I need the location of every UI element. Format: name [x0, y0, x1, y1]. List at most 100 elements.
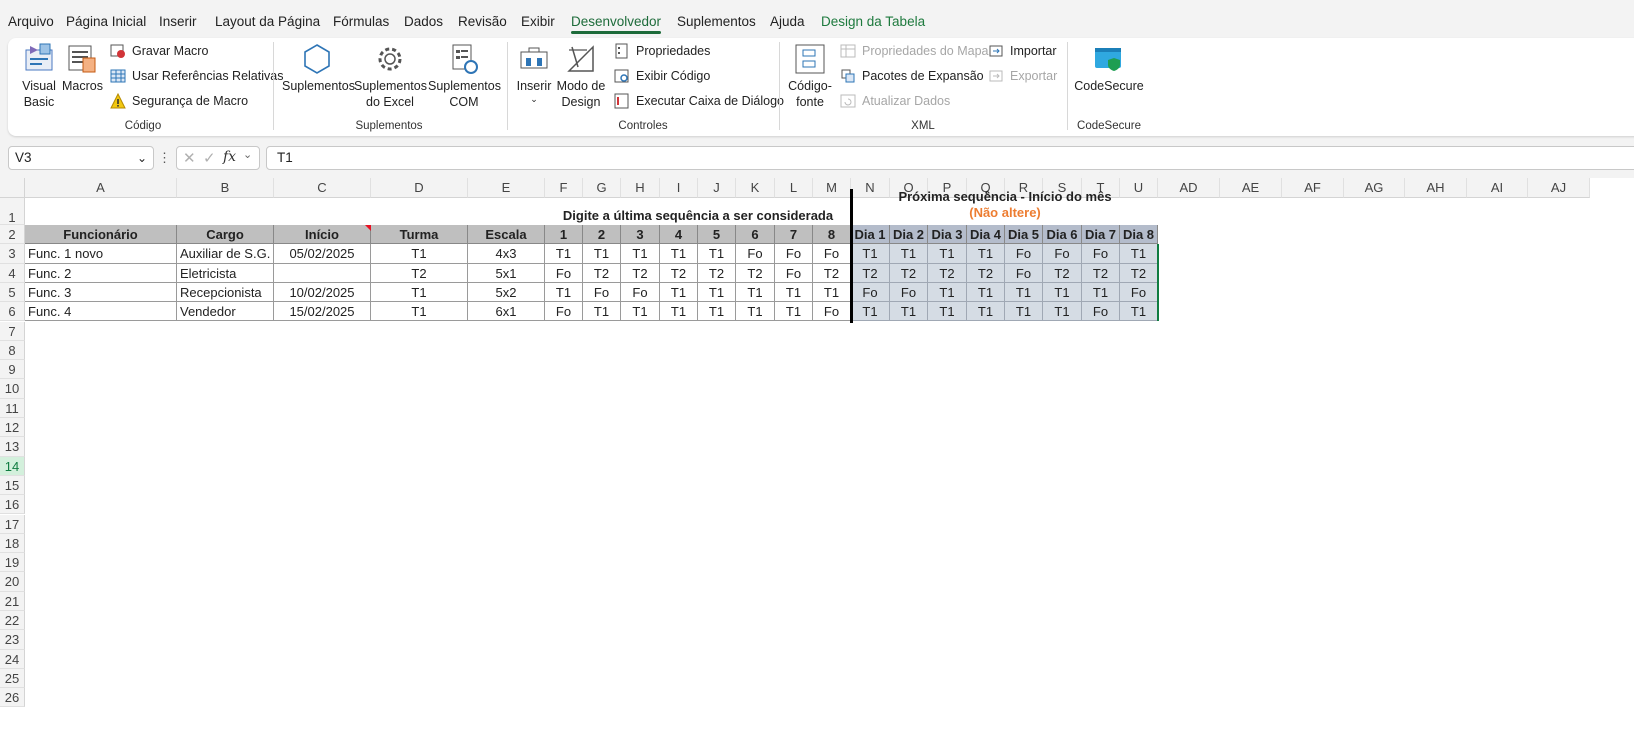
- column-header[interactable]: AH: [1405, 178, 1467, 198]
- column-header[interactable]: M: [813, 178, 851, 198]
- table-cell[interactable]: Fo: [1120, 282, 1158, 303]
- table-cell[interactable]: Eletricista: [177, 263, 274, 283]
- record-macro-button[interactable]: Gravar Macro: [110, 41, 208, 61]
- table-cell[interactable]: T2: [813, 263, 851, 283]
- row-header[interactable]: 22: [0, 611, 25, 631]
- table-cell[interactable]: T1: [851, 244, 890, 264]
- table-cell[interactable]: Fo: [813, 302, 851, 322]
- table-cell[interactable]: T1: [660, 282, 698, 303]
- row-header[interactable]: 2: [0, 225, 25, 245]
- column-header[interactable]: B: [177, 178, 274, 198]
- row-header[interactable]: 26: [0, 688, 25, 708]
- chevron-down-icon[interactable]: ⌄: [243, 148, 252, 161]
- table-cell[interactable]: T1: [545, 244, 583, 264]
- table-cell[interactable]: T1: [621, 302, 660, 322]
- table-cell[interactable]: T1: [1043, 302, 1082, 322]
- menu-item[interactable]: Fórmulas: [333, 14, 389, 29]
- row-header[interactable]: 23: [0, 630, 25, 650]
- table-cell[interactable]: Func. 3: [25, 282, 177, 303]
- insert-function-icon[interactable]: fx: [223, 149, 236, 165]
- table-cell[interactable]: Func. 1 novo: [25, 244, 177, 264]
- row-header[interactable]: 14: [0, 456, 25, 476]
- relative-refs-button[interactable]: Usar Referências Relativas: [110, 66, 283, 86]
- table-cell[interactable]: T2: [1120, 263, 1158, 283]
- table-cell[interactable]: T1: [967, 302, 1005, 322]
- column-header[interactable]: A: [25, 178, 177, 198]
- table-cell[interactable]: T2: [698, 263, 736, 283]
- table-cell[interactable]: Fo: [813, 244, 851, 264]
- table-cell[interactable]: T1: [545, 282, 583, 303]
- properties-button[interactable]: Propriedades: [614, 41, 710, 61]
- table-cell[interactable]: T2: [1082, 263, 1120, 283]
- table-cell[interactable]: T1: [928, 244, 967, 264]
- table-cell[interactable]: T1: [583, 302, 621, 322]
- table-cell[interactable]: T1: [967, 282, 1005, 303]
- menu-item[interactable]: Arquivo: [8, 14, 54, 29]
- menu-item[interactable]: Ajuda: [770, 14, 805, 29]
- column-header[interactable]: AF: [1282, 178, 1344, 198]
- table-cell[interactable]: 6x1: [468, 302, 545, 322]
- table-cell[interactable]: 5x2: [468, 282, 545, 303]
- row-header[interactable]: 15: [0, 475, 25, 496]
- row-header[interactable]: 21: [0, 591, 25, 611]
- design-mode-button[interactable]: Modo de Design: [556, 42, 606, 110]
- map-properties-button[interactable]: Propriedades do Mapa: [840, 41, 988, 61]
- table-cell[interactable]: T2: [583, 263, 621, 283]
- run-dialog-button[interactable]: Executar Caixa de Diálogo: [614, 91, 784, 111]
- table-cell[interactable]: Fo: [545, 263, 583, 283]
- table-cell[interactable]: T1: [1005, 302, 1043, 322]
- row-header[interactable]: 5: [0, 282, 25, 303]
- table-cell[interactable]: T1: [1005, 282, 1043, 303]
- row-header[interactable]: 10: [0, 379, 25, 399]
- row-header[interactable]: 25: [0, 668, 25, 689]
- row-header[interactable]: 11: [0, 398, 25, 418]
- row-header[interactable]: 17: [0, 514, 25, 534]
- column-header[interactable]: F: [545, 178, 583, 198]
- expansion-packs-button[interactable]: Pacotes de Expansão: [840, 66, 984, 86]
- table-cell[interactable]: T1: [890, 302, 928, 322]
- column-header[interactable]: AD: [1158, 178, 1220, 198]
- excel-add-ins-button[interactable]: Suplementos do Excel: [354, 42, 427, 110]
- visual-basic-button[interactable]: Visual Basic: [18, 42, 60, 110]
- row-header[interactable]: 3: [0, 244, 25, 264]
- table-cell[interactable]: T1: [1082, 282, 1120, 303]
- table-cell[interactable]: [274, 263, 371, 283]
- row-header[interactable]: 1: [0, 198, 25, 225]
- table-cell[interactable]: T1: [621, 244, 660, 264]
- table-cell[interactable]: T2: [621, 263, 660, 283]
- table-cell[interactable]: T2: [371, 263, 468, 283]
- table-cell[interactable]: T2: [851, 263, 890, 283]
- column-header[interactable]: AJ: [1528, 178, 1590, 198]
- table-cell[interactable]: 5x1: [468, 263, 545, 283]
- table-cell[interactable]: Fo: [775, 263, 813, 283]
- macros-button[interactable]: Macros: [62, 42, 103, 94]
- table-cell[interactable]: T1: [775, 302, 813, 322]
- table-cell[interactable]: Recepcionista: [177, 282, 274, 303]
- more-options-icon[interactable]: ⋮: [158, 150, 171, 166]
- table-cell[interactable]: T1: [1043, 282, 1082, 303]
- table-cell[interactable]: T1: [583, 244, 621, 264]
- table-cell[interactable]: Func. 4: [25, 302, 177, 322]
- table-cell[interactable]: Fo: [851, 282, 890, 303]
- table-cell[interactable]: Fo: [545, 302, 583, 322]
- menu-item[interactable]: Página Inicial: [66, 14, 146, 29]
- table-cell[interactable]: T1: [698, 282, 736, 303]
- table-cell[interactable]: T1: [775, 282, 813, 303]
- table-cell[interactable]: T1: [813, 282, 851, 303]
- table-cell[interactable]: 4x3: [468, 244, 545, 264]
- refresh-data-button[interactable]: Atualizar Dados: [840, 91, 950, 111]
- menu-item[interactable]: Inserir: [159, 14, 197, 29]
- table-cell[interactable]: Fo: [736, 244, 775, 264]
- table-cell[interactable]: T2: [967, 263, 1005, 283]
- cancel-icon[interactable]: ✕: [183, 149, 196, 167]
- source-code-button[interactable]: Código- fonte: [786, 42, 834, 110]
- column-header[interactable]: G: [583, 178, 621, 198]
- table-cell[interactable]: T1: [1120, 302, 1158, 322]
- table-cell[interactable]: T1: [698, 244, 736, 264]
- row-header[interactable]: 8: [0, 340, 25, 361]
- add-ins-button[interactable]: Suplementos: [282, 42, 355, 94]
- table-cell[interactable]: T1: [736, 302, 775, 322]
- table-cell[interactable]: T1: [928, 282, 967, 303]
- table-cell[interactable]: Fo: [1082, 302, 1120, 322]
- table-cell[interactable]: Vendedor: [177, 302, 274, 322]
